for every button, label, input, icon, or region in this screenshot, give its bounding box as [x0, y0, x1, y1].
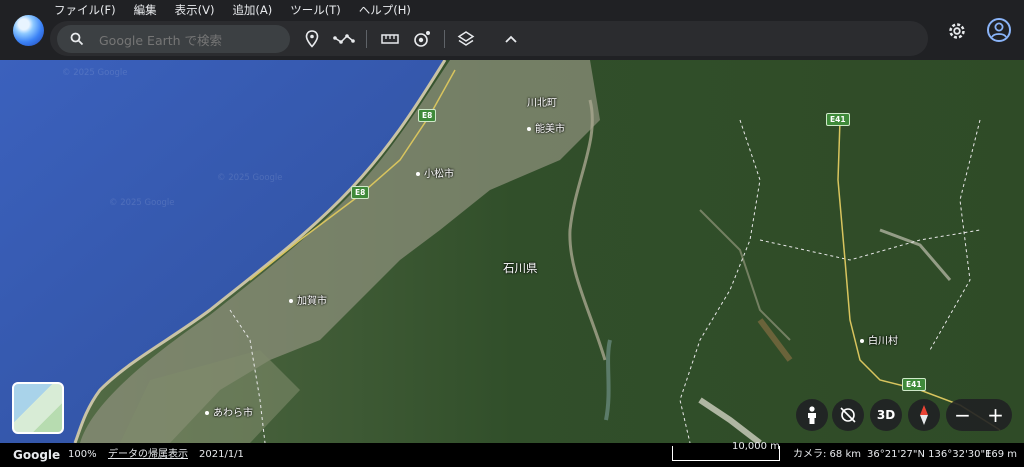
place-marker — [527, 127, 531, 131]
toolbar-divider — [366, 30, 367, 48]
place-label-kawakita[interactable]: 川北町 — [527, 94, 557, 109]
road-shield-e8: E8 — [418, 109, 437, 122]
status-bar: Google 100% データの帰属表示 2021/1/1 10,000 m カ… — [0, 441, 1024, 467]
search-icon — [70, 32, 84, 46]
pegman-icon — [808, 406, 816, 424]
gear-icon[interactable] — [945, 19, 969, 43]
menu-file[interactable]: ファイル(F) — [54, 0, 116, 20]
zoom-level: 100% — [68, 449, 97, 460]
place-marker — [416, 172, 420, 176]
menu-help[interactable]: ヘルプ(H) — [359, 0, 411, 20]
no-tilt-icon — [840, 407, 856, 423]
place-label-awara[interactable]: あわら市 — [205, 404, 253, 419]
imagery-date: 2021/1/1 — [199, 449, 244, 460]
map-watermark: © 2025 Google — [62, 68, 128, 78]
road-shield-e41: E41 — [826, 113, 850, 126]
view-3d-button[interactable]: 3D — [870, 399, 902, 431]
layers-icon[interactable] — [455, 28, 477, 50]
google-earth-logo[interactable] — [13, 15, 44, 46]
menu-add[interactable]: 追加(A) — [232, 0, 272, 20]
menu-bar: ファイル(F) 編集 表示(V) 追加(A) ツール(T) ヘルプ(H) — [54, 0, 411, 20]
map-view[interactable]: © 2025 Google © 2025 Google © 2025 Googl… — [0, 60, 1024, 443]
menu-edit[interactable]: 編集 — [134, 0, 157, 20]
chevron-up-icon[interactable] — [500, 28, 522, 50]
voyager-icon[interactable] — [411, 28, 433, 50]
place-marker — [860, 339, 864, 343]
zoom-out-button[interactable]: − — [954, 403, 971, 427]
place-label-shirakawa[interactable]: 白川村 — [860, 332, 898, 347]
map-watermark: © 2025 Google — [217, 173, 283, 183]
place-label-nomi[interactable]: 能美市 — [527, 120, 565, 135]
search-box[interactable] — [57, 25, 290, 53]
path-icon[interactable] — [333, 28, 355, 50]
placemark-icon[interactable] — [301, 28, 323, 50]
place-marker — [289, 299, 293, 303]
ruler-icon[interactable] — [379, 28, 401, 50]
place-marker — [205, 411, 209, 415]
account-icon[interactable] — [986, 17, 1012, 43]
google-brand: Google — [13, 448, 61, 462]
compass-button[interactable] — [908, 399, 940, 431]
coordinates: 36°21'27"N 136°32'30"E — [867, 449, 992, 460]
compass-icon — [920, 405, 928, 425]
map-watermark: © 2025 Google — [109, 198, 175, 208]
pegman-button[interactable] — [796, 399, 828, 431]
minimap[interactable] — [12, 382, 64, 434]
photo-toggle-button[interactable] — [832, 399, 864, 431]
scale-bar — [672, 446, 780, 461]
menu-tools[interactable]: ツール(T) — [290, 0, 341, 20]
data-attribution-link[interactable]: データの帰属表示 — [108, 443, 188, 467]
menu-view[interactable]: 表示(V) — [175, 0, 215, 20]
search-input[interactable] — [97, 29, 286, 51]
road-shield-e8: E8 — [351, 186, 370, 199]
place-label-kaga[interactable]: 加賀市 — [289, 292, 327, 307]
place-label-komatsu[interactable]: 小松市 — [416, 165, 454, 180]
zoom-in-button[interactable]: + — [987, 403, 1004, 427]
zoom-control: − + — [946, 399, 1012, 431]
camera-altitude: カメラ: 68 km — [793, 449, 861, 460]
place-label-ishikawa[interactable]: 石川県 — [503, 260, 538, 276]
toolbar-divider — [444, 30, 445, 48]
road-shield-e41: E41 — [902, 378, 926, 391]
elevation: 169 m — [985, 449, 1018, 460]
satellite-imagery — [0, 60, 1024, 443]
